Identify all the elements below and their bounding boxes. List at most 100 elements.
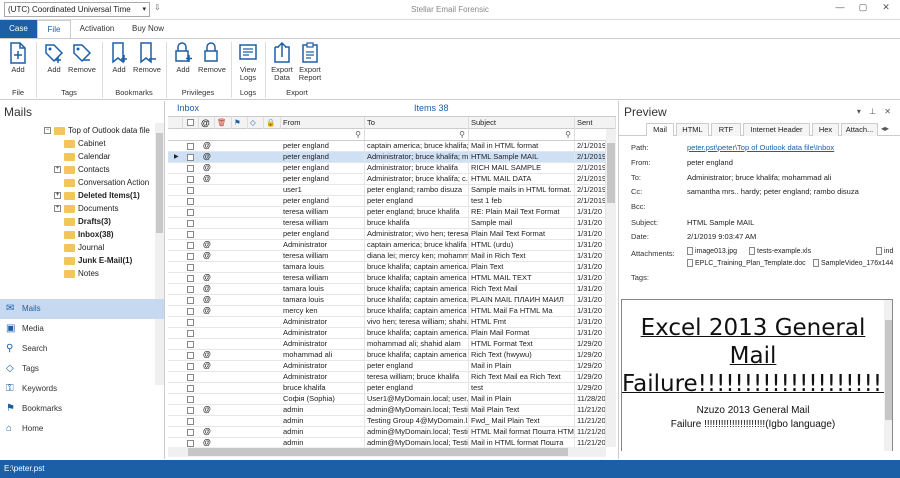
row-checkbox[interactable] [187,396,194,403]
table-row[interactable]: peter england Administrator; vivo hen; te… [168,229,606,240]
table-row[interactable]: @ admin admin@MyDomain.local; Testi... Mail… [168,405,606,416]
row-checkbox[interactable] [187,143,194,150]
table-row[interactable]: @ Administrator captain america; bruce kha… [168,240,606,251]
expand-icon[interactable]: + [54,192,61,200]
col-deleted[interactable]: 🗑 [215,117,232,129]
table-row[interactable]: peter england peter england test 1 feb 2/1/… [168,196,606,207]
folder-item[interactable]: − Top of Outlook data file [44,125,150,137]
folder-item[interactable]: Calendar [64,151,110,163]
bookmarks-remove-button[interactable]: Remove [131,42,163,74]
attachment-item[interactable]: EPLC_Training_Plan_Template.doc [687,259,806,267]
table-row[interactable]: @ peter england Administrator; bruce khali… [168,163,606,174]
table-row[interactable]: Administrator bruce khalifa; captain amer… [168,328,606,339]
col-tag[interactable]: ◇ [248,117,264,129]
row-checkbox[interactable] [187,198,194,205]
row-checkbox[interactable] [187,374,194,381]
table-row[interactable]: @ Administrator peter england Mail in Plain… [168,361,606,372]
row-checkbox[interactable] [187,407,194,414]
row-checkbox[interactable] [187,440,194,447]
table-row[interactable]: @ tamara louis bruce khalifa; captain amer… [168,284,606,295]
row-checkbox[interactable] [187,165,194,172]
export-report-button[interactable]: Export Report [294,42,326,82]
privileges-remove-button[interactable]: Remove [196,42,228,74]
path-link[interactable]: peter.pst\peter\Top of Outlook data file… [687,143,834,152]
folder-item[interactable]: Conversation Action [64,177,149,189]
from-filter[interactable]: ⚲ [281,129,365,140]
table-row[interactable]: @ teresa william diana lei; mercy ken; moh… [168,251,606,262]
folder-item[interactable]: Journal [64,242,104,254]
folder-item[interactable]: Cabinet [64,138,106,150]
nav-item-home[interactable]: ⌂ Home [0,419,164,439]
row-checkbox[interactable] [187,154,194,161]
scroll-thumb[interactable] [607,143,615,203]
row-checkbox[interactable] [187,385,194,392]
tab-activation[interactable]: Activation [72,20,122,38]
row-checkbox[interactable] [187,297,194,304]
table-row[interactable]: @ peter england Administrator; bruce khali… [168,174,606,185]
row-checkbox[interactable] [187,286,194,293]
scroll-thumb[interactable] [156,133,163,233]
subject-filter[interactable]: ⚲ [469,129,575,140]
table-row[interactable]: @ mohammad ali bruce khalifa; captain amer… [168,350,606,361]
col-subject[interactable]: Subject [469,117,575,129]
col-checkbox[interactable] [183,117,199,129]
row-checkbox[interactable] [187,330,194,337]
folder-item[interactable]: + Contacts [54,164,110,176]
scroll-thumb[interactable] [188,448,568,456]
quick-access-dropdown-icon[interactable]: ⇩ [154,3,161,12]
file-add-button[interactable]: Add [2,42,34,74]
table-row[interactable]: @ admin admin@MyDomain.local; Testi... Mail… [168,438,606,447]
col-from[interactable]: From [281,117,365,129]
scroll-thumb[interactable] [885,320,892,420]
folder-item[interactable]: Drafts(3) [64,216,111,228]
table-row[interactable]: Administrator teresa william; bruce khali… [168,372,606,383]
row-checkbox[interactable] [187,308,194,315]
row-checkbox[interactable] [187,253,194,260]
close-icon[interactable]: ✕ [876,2,896,16]
folder-item[interactable]: Junk E-Mail(1) [64,255,132,267]
row-checkbox[interactable] [187,242,194,249]
row-checkbox[interactable] [187,187,194,194]
preview-tab-mail[interactable]: Mail [646,123,674,136]
tab-file[interactable]: File [37,20,71,38]
attachment-item[interactable]: image013.jpg [687,247,737,255]
col-sent[interactable]: Sent [575,117,616,129]
to-filter[interactable]: ⚲ [365,129,469,140]
preview-tab-internet-header[interactable]: Internet Header [743,123,810,136]
row-checkbox[interactable] [187,319,194,326]
maximize-icon[interactable]: ▢ [853,2,873,16]
preview-tab-rtf[interactable]: RTF [711,123,741,136]
tab-buy-now[interactable]: Buy Now [125,20,171,38]
attachment-item[interactable]: SampleVideo_176x144 [813,259,893,267]
minimize-icon[interactable]: — [830,2,850,16]
table-row[interactable]: admin Testing Group 4@MyDomain.l... Fwd_ M… [168,416,606,427]
table-row[interactable]: @ tamara louis bruce khalifa; captain amer… [168,295,606,306]
tab-scroll-arrows-icon[interactable]: ◂▸ [881,124,889,133]
nav-item-mails[interactable]: ✉ Mails [0,299,164,319]
row-checkbox[interactable] [187,220,194,227]
tab-case[interactable]: Case [0,20,37,38]
folder-item[interactable]: + Documents [54,203,118,215]
table-row[interactable]: teresa william peter england; bruce khali… [168,207,606,218]
nav-item-bookmarks[interactable]: ⚑ Bookmarks [0,399,164,419]
collapse-icon[interactable]: − [44,127,51,135]
list-horizontal-scrollbar[interactable] [168,447,606,457]
preview-tab-attach[interactable]: Attach... [841,123,878,136]
table-row[interactable]: ▶ @ peter england Administrator; bruce khal… [168,152,606,163]
view-logs-button[interactable]: View Logs [232,42,264,82]
select-all-checkbox[interactable] [187,119,194,126]
nav-item-media[interactable]: ▣ Media [0,319,164,339]
expand-icon[interactable]: + [54,166,61,174]
table-row[interactable]: @ peter england captain america; bruce kha… [168,141,606,152]
nav-item-search[interactable]: ⚲ Search [0,339,164,359]
col-to[interactable]: To [365,117,469,129]
row-checkbox[interactable] [187,231,194,238]
timezone-select[interactable]: (UTC) Coordinated Universal Time ▾ [4,2,150,17]
table-row[interactable]: user1 peter england; rambo disuza Sample m… [168,185,606,196]
table-row[interactable]: @ mercy ken bruce khalifa; captain america… [168,306,606,317]
body-scrollbar[interactable] [884,300,892,451]
privileges-add-button[interactable]: Add [167,42,199,74]
row-checkbox[interactable] [187,363,194,370]
attachment-item[interactable]: tests-example.xls [749,247,811,255]
expand-icon[interactable]: + [54,205,61,213]
